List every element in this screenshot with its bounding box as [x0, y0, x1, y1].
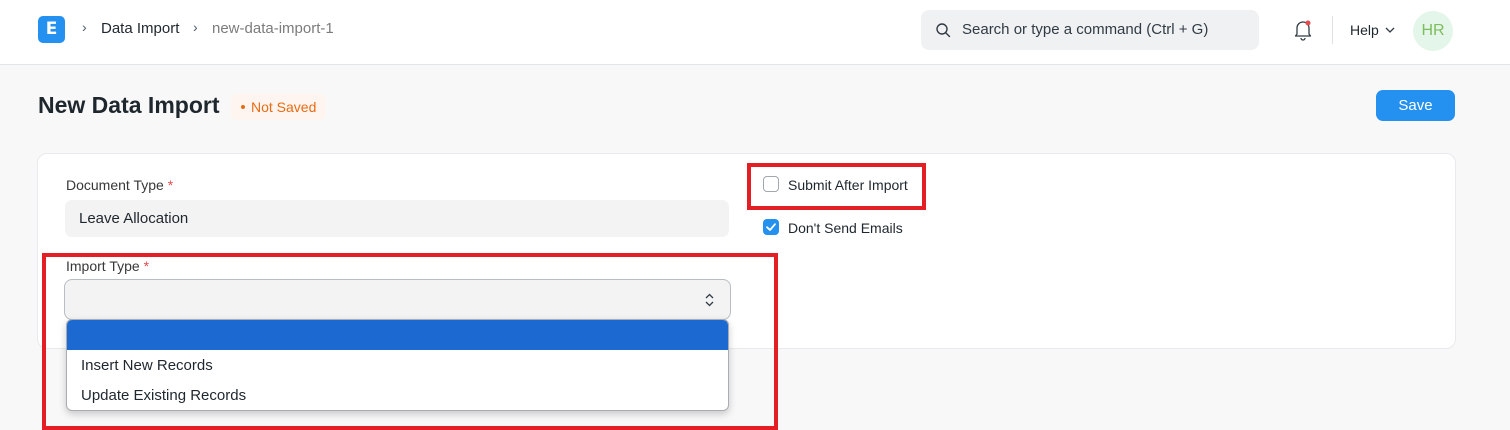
document-type-label: Document Type *	[66, 177, 173, 193]
user-avatar[interactable]: HR	[1413, 11, 1453, 51]
breadcrumb-current[interactable]: new-data-import-1	[212, 20, 334, 37]
search-input[interactable]: Search or type a command (Ctrl + G)	[962, 21, 1208, 38]
dont-send-emails-label[interactable]: Don't Send Emails	[788, 220, 903, 236]
breadcrumb-chevron-icon: ›	[82, 19, 87, 35]
annotation-box-import-type	[42, 253, 778, 430]
app-logo[interactable]: E	[38, 16, 65, 43]
breadcrumb-data-import[interactable]: Data Import	[101, 20, 179, 37]
navbar: E › Data Import › new-data-import-1 Sear…	[0, 0, 1510, 65]
annotation-box-submit-after-import	[747, 163, 926, 210]
status-dot	[241, 105, 245, 110]
help-dropdown[interactable]: Help	[1350, 22, 1379, 38]
status-badge: Not Saved	[231, 94, 327, 120]
page-title: New Data Import	[38, 92, 220, 118]
chevron-down-icon[interactable]	[1385, 26, 1395, 34]
notification-bell-icon[interactable]	[1293, 19, 1313, 41]
document-type-field[interactable]: Leave Allocation	[65, 200, 729, 237]
breadcrumb-chevron-icon: ›	[193, 19, 198, 35]
required-marker: *	[167, 177, 174, 193]
status-text: Not Saved	[251, 99, 317, 115]
document-type-label-text: Document Type	[66, 177, 164, 193]
check-icon	[766, 223, 776, 231]
navbar-divider	[1332, 16, 1333, 44]
save-button[interactable]: Save	[1376, 90, 1455, 121]
dont-send-emails-checkbox[interactable]	[763, 219, 779, 235]
search-bar[interactable]: Search or type a command (Ctrl + G)	[921, 10, 1259, 50]
search-icon	[936, 23, 951, 38]
